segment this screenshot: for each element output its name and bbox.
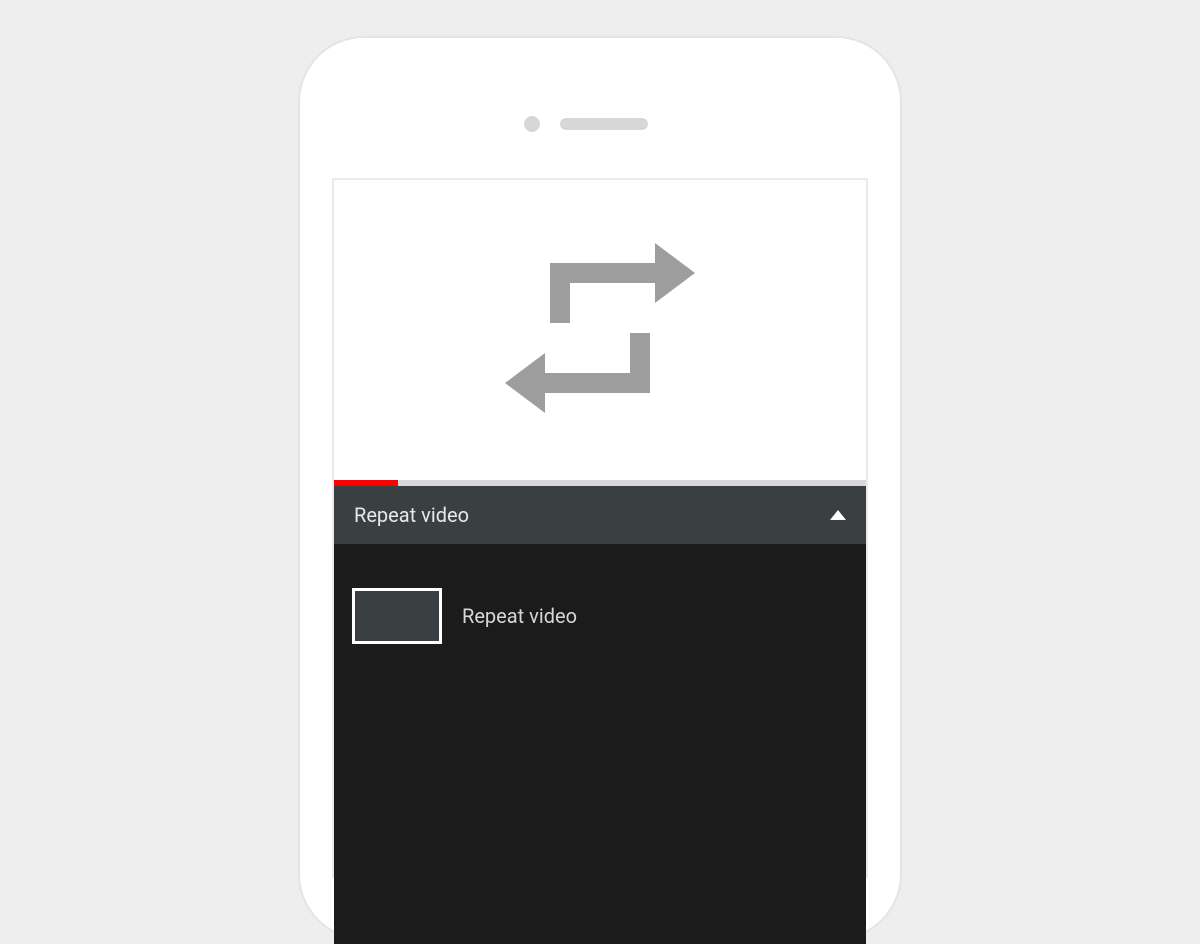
playlist-item[interactable]: Repeat video <box>334 588 866 644</box>
playlist-panel-header[interactable]: Repeat video <box>334 486 866 544</box>
repeat-icon <box>490 233 710 427</box>
phone-screen: Repeat video Repeat video <box>332 178 868 878</box>
chevron-up-icon <box>830 510 846 520</box>
phone-speaker-icon <box>560 118 648 130</box>
progress-fill <box>334 480 398 486</box>
panel-header-label: Repeat video <box>354 503 469 527</box>
phone-frame: Repeat video Repeat video <box>300 38 900 938</box>
progress-bar[interactable] <box>334 480 866 486</box>
phone-camera-icon <box>524 116 540 132</box>
playlist-area: Repeat video <box>334 544 866 944</box>
playlist-item-label: Repeat video <box>462 604 577 628</box>
playlist-thumbnail <box>352 588 442 644</box>
video-player[interactable] <box>334 180 866 480</box>
